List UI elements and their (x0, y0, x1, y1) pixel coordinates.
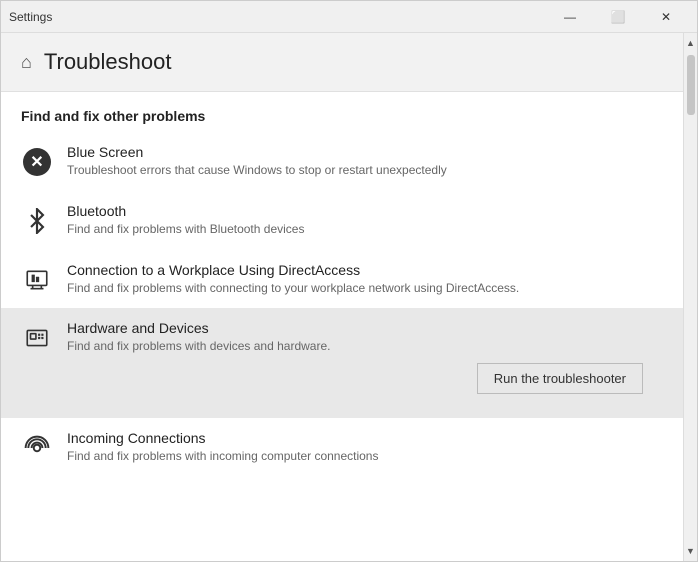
title-bar: Settings — ⬜ ✕ (1, 1, 697, 33)
item-text: Connection to a Workplace Using DirectAc… (67, 262, 663, 297)
item-text: Incoming Connections Find and fix proble… (67, 430, 663, 465)
item-desc: Troubleshoot errors that cause Windows t… (67, 162, 663, 179)
list-item-hardware[interactable]: Hardware and Devices Find and fix proble… (1, 308, 683, 418)
scrollbar-thumb[interactable] (687, 55, 695, 115)
run-troubleshooter-button[interactable]: Run the troubleshooter (477, 363, 643, 394)
minimize-button[interactable]: — (547, 2, 593, 32)
close-button[interactable]: ✕ (643, 2, 689, 32)
item-name: Hardware and Devices (67, 320, 663, 336)
page-header: ⌂ Troubleshoot (1, 33, 683, 92)
run-btn-container: Run the troubleshooter (67, 355, 663, 406)
item-desc: Find and fix problems with connecting to… (67, 280, 663, 297)
connection-icon (21, 264, 53, 296)
title-bar-controls: — ⬜ ✕ (547, 2, 689, 32)
item-desc: Find and fix problems with incoming comp… (67, 448, 663, 465)
incoming-icon (21, 432, 53, 464)
bluetooth-icon (21, 205, 53, 237)
hardware-icon (21, 322, 53, 354)
item-name: Connection to a Workplace Using DirectAc… (67, 262, 663, 278)
items-list: ✕ Blue Screen Troubleshoot errors that c… (1, 132, 683, 561)
list-item[interactable]: Bluetooth Find and fix problems with Blu… (1, 191, 683, 250)
list-item[interactable]: Connection to a Workplace Using DirectAc… (1, 250, 683, 309)
item-desc: Find and fix problems with devices and h… (67, 338, 663, 355)
item-text: Hardware and Devices Find and fix proble… (67, 320, 663, 406)
scroll-up-arrow[interactable]: ▲ (684, 35, 698, 51)
scroll-down-arrow[interactable]: ▼ (684, 543, 698, 559)
scrollbar[interactable]: ▲ ▼ (683, 33, 697, 561)
list-item[interactable]: ✕ Blue Screen Troubleshoot errors that c… (1, 132, 683, 191)
bluescreen-icon: ✕ (21, 146, 53, 178)
title-bar-text: Settings (9, 10, 547, 24)
item-name: Bluetooth (67, 203, 663, 219)
item-text: Blue Screen Troubleshoot errors that cau… (67, 144, 663, 179)
item-name: Blue Screen (67, 144, 663, 160)
page-title: Troubleshoot (44, 49, 172, 75)
list-item[interactable]: Incoming Connections Find and fix proble… (1, 418, 683, 477)
item-text: Bluetooth Find and fix problems with Blu… (67, 203, 663, 238)
maximize-button[interactable]: ⬜ (595, 2, 641, 32)
item-desc: Find and fix problems with Bluetooth dev… (67, 221, 663, 238)
settings-window: Settings — ⬜ ✕ ⌂ Troubleshoot Find and f… (0, 0, 698, 562)
item-name: Incoming Connections (67, 430, 663, 446)
bluescreen-circle-icon: ✕ (23, 148, 51, 176)
content-area: ⌂ Troubleshoot Find and fix other proble… (1, 33, 697, 561)
home-icon[interactable]: ⌂ (21, 52, 32, 73)
main-content: ⌂ Troubleshoot Find and fix other proble… (1, 33, 683, 561)
section-title: Find and fix other problems (1, 92, 683, 132)
